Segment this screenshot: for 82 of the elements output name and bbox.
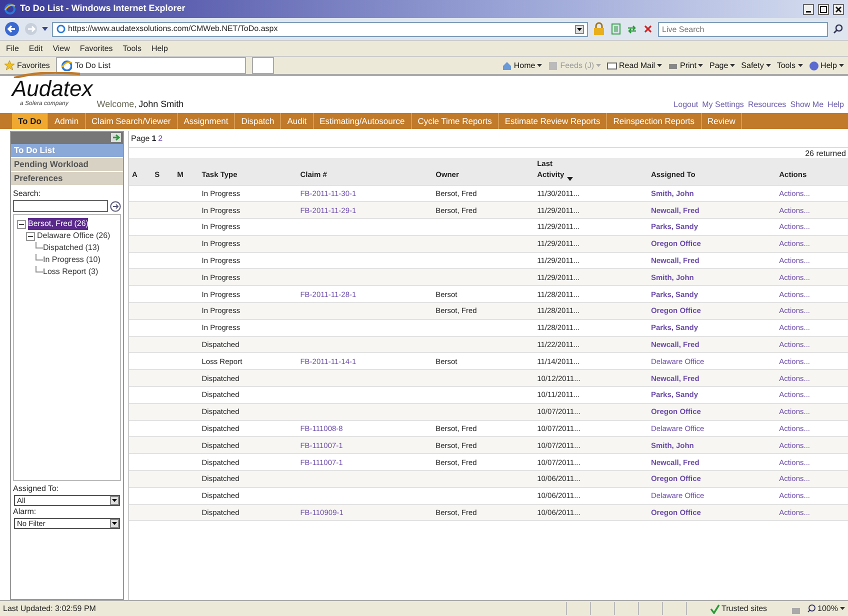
header-link[interactable]: Show Me bbox=[790, 99, 824, 111]
header-link[interactable]: My Settings bbox=[702, 99, 744, 111]
search-field[interactable] bbox=[13, 200, 108, 212]
welcome-text: Welcome, bbox=[96, 98, 137, 110]
sidebar-section[interactable]: Pending Workload bbox=[11, 158, 123, 172]
dropdown-icon[interactable] bbox=[575, 24, 584, 34]
collapse-icon[interactable] bbox=[17, 220, 26, 228]
menu-item[interactable]: Help bbox=[151, 42, 168, 54]
caret-icon bbox=[798, 64, 803, 67]
menu-item[interactable]: Favorites bbox=[80, 42, 113, 54]
pager-label: Page bbox=[131, 133, 150, 145]
search-label: Search: bbox=[12, 188, 42, 200]
sidebar-section[interactable]: Preferences bbox=[11, 172, 123, 186]
page-link[interactable]: 2 bbox=[158, 133, 163, 145]
filter-label: Alarm: bbox=[12, 506, 38, 518]
toolbar-button[interactable]: Home bbox=[502, 60, 542, 72]
window-title: To Do List - Windows Internet Explorer bbox=[20, 2, 186, 16]
security-zone: Trusted sites bbox=[710, 602, 785, 614]
tree-item[interactable]: In Progress (10) bbox=[43, 254, 100, 266]
toolbar-button[interactable]: Tools bbox=[776, 60, 803, 72]
back-icon[interactable] bbox=[4, 21, 20, 37]
tree-item[interactable]: Loss Report (3) bbox=[43, 266, 98, 278]
caret-icon bbox=[840, 607, 845, 610]
caret-icon bbox=[839, 64, 844, 67]
tree-item[interactable]: Delaware Office (26) bbox=[37, 230, 110, 242]
header-link[interactable]: Resources bbox=[748, 99, 786, 111]
logo-text: Audatex bbox=[12, 78, 93, 100]
menu-item[interactable]: File bbox=[6, 42, 19, 54]
toolbar-button[interactable]: Read Mail bbox=[607, 60, 662, 72]
minimize-button[interactable] bbox=[803, 4, 814, 14]
browser-tab[interactable]: To Do List bbox=[56, 57, 246, 74]
caret-icon[interactable] bbox=[42, 27, 48, 31]
page-link[interactable]: 1 bbox=[152, 133, 156, 145]
mail-icon bbox=[607, 60, 618, 70]
search-field[interactable]: Live Search bbox=[658, 22, 828, 36]
filter-label: Assigned To: bbox=[12, 483, 60, 495]
dropdown-icon bbox=[110, 496, 119, 505]
zoom-button[interactable]: 100% bbox=[806, 602, 845, 614]
compatibility-icon[interactable] bbox=[610, 23, 622, 35]
header-link[interactable]: Help bbox=[828, 99, 844, 111]
caret-icon bbox=[657, 64, 662, 67]
header-link[interactable]: Logout bbox=[674, 99, 698, 111]
go-icon[interactable] bbox=[110, 200, 121, 212]
menu-item[interactable]: View bbox=[52, 42, 70, 54]
magnifier-icon bbox=[806, 604, 816, 613]
address-field[interactable]: https://www.audatexsolutions.com/CMWeb.NET/ToDo.aspx bbox=[52, 22, 588, 36]
caret-icon bbox=[537, 64, 542, 67]
toolbar-button[interactable]: Help bbox=[808, 60, 844, 72]
dropdown-icon bbox=[110, 519, 119, 528]
caret-icon bbox=[596, 64, 602, 67]
caret-icon bbox=[730, 64, 736, 67]
star-icon bbox=[4, 60, 15, 71]
user-name: John Smith bbox=[138, 98, 184, 110]
toolbar-button[interactable]: Print bbox=[668, 60, 704, 72]
toolbar-button[interactable]: Page bbox=[709, 60, 736, 72]
status-text: Last Updated: 3:02:59 PM bbox=[3, 602, 96, 614]
toolbar-button[interactable]: Safety bbox=[741, 60, 771, 72]
close-icon bbox=[835, 6, 842, 13]
search-icon[interactable] bbox=[832, 23, 844, 35]
browser-icon bbox=[60, 60, 72, 71]
arrow-icon[interactable] bbox=[111, 133, 121, 142]
menu-item[interactable]: Edit bbox=[28, 42, 43, 54]
sort-icon bbox=[567, 176, 574, 180]
logo-swoosh-icon bbox=[12, 72, 82, 78]
check-icon bbox=[710, 604, 720, 614]
refresh-icon[interactable] bbox=[626, 23, 638, 35]
menu-item[interactable]: Tools bbox=[122, 42, 142, 54]
maximize-icon bbox=[820, 6, 827, 13]
favorites-button[interactable]: Favorites bbox=[4, 60, 50, 72]
nav-tab[interactable]: To Do bbox=[12, 113, 48, 129]
caret-icon bbox=[698, 64, 704, 67]
tree-item[interactable]: Bersot, Fred (26) bbox=[28, 218, 88, 230]
maximize-button[interactable] bbox=[818, 4, 829, 14]
collapse-icon[interactable] bbox=[26, 232, 35, 240]
close-button[interactable] bbox=[833, 4, 844, 14]
browser-icon bbox=[56, 24, 66, 34]
home-icon bbox=[502, 60, 512, 70]
result-count: 26 returned bbox=[805, 148, 846, 158]
browser-icon bbox=[4, 3, 16, 15]
stop-icon[interactable] bbox=[642, 23, 654, 35]
tree-item[interactable]: Dispatched (13) bbox=[43, 242, 100, 254]
caret-icon bbox=[766, 64, 771, 67]
